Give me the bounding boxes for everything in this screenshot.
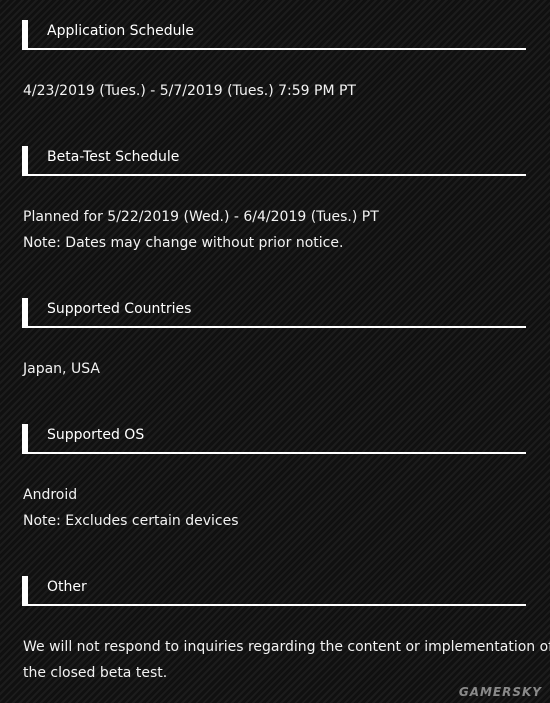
section-title: Application Schedule xyxy=(47,23,195,39)
section-header-supported-os: Supported OS xyxy=(22,424,526,454)
section-header-supported-countries: Supported Countries xyxy=(22,298,526,328)
supported-countries-list: Japan, USA xyxy=(23,361,100,377)
other-text-line-2: the closed beta test. xyxy=(23,665,168,681)
section-header-beta-test-schedule: Beta-Test Schedule xyxy=(22,146,526,176)
other-text-line-1: We will not respond to inquiries regardi… xyxy=(23,639,550,655)
application-schedule-dates: 4/23/2019 (Tues.) - 5/7/2019 (Tues.) 7:5… xyxy=(23,83,356,99)
supported-os-name: Android xyxy=(23,487,78,503)
section-title: Supported OS xyxy=(47,427,145,443)
section-header-other: Other xyxy=(22,576,526,606)
gamersky-watermark: GAMERSKY xyxy=(458,685,542,699)
beta-test-note: Note: Dates may change without prior not… xyxy=(23,235,344,251)
section-header-application-schedule: Application Schedule xyxy=(22,20,526,50)
supported-os-note: Note: Excludes certain devices xyxy=(23,513,239,529)
beta-test-planned-dates: Planned for 5/22/2019 (Wed.) - 6/4/2019 … xyxy=(23,209,379,225)
section-title: Supported Countries xyxy=(47,301,192,317)
section-title: Other xyxy=(47,579,87,595)
section-title: Beta-Test Schedule xyxy=(47,149,180,165)
